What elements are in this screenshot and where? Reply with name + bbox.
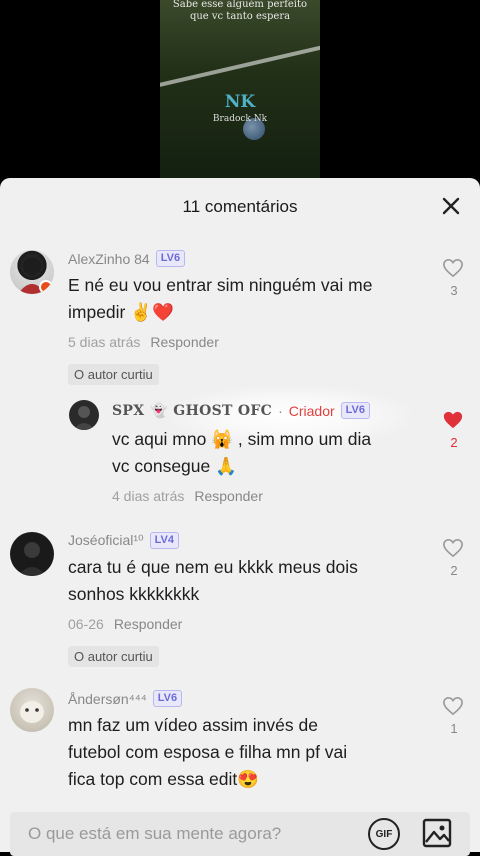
reply-button[interactable]: Responder bbox=[114, 616, 183, 632]
comment-time: 4 dias atrás bbox=[112, 488, 185, 504]
separator-dot: · bbox=[278, 402, 283, 419]
comments-panel: 11 comentários AlexZinho 84 LV6 E né eu … bbox=[0, 178, 480, 856]
comment-text-line1: E né eu vou entrar sim ninguém vai me bbox=[68, 275, 373, 295]
like-count: 3 bbox=[450, 283, 458, 298]
field-line bbox=[160, 39, 320, 89]
comment-text-line2: vc consegue 🙏 bbox=[112, 456, 237, 476]
comment-author[interactable]: Joséoficial¹⁰ LV4 bbox=[68, 532, 179, 549]
avatar[interactable] bbox=[10, 688, 54, 732]
like-heart-icon[interactable] bbox=[442, 258, 464, 278]
comment-text-line1: mn faz um vídeo assim invés de bbox=[68, 715, 318, 735]
creator-tag: Criador bbox=[288, 402, 335, 419]
video-logo: NK bbox=[224, 92, 256, 112]
like-count: 2 bbox=[450, 435, 458, 450]
like-count: 1 bbox=[450, 721, 458, 736]
video-caption-line2: que vc tanto espera bbox=[189, 11, 291, 22]
comment-text-line1: cara tu é que nem eu kkkk meus dois bbox=[68, 557, 358, 577]
level-badge: LV6 bbox=[340, 402, 371, 419]
comment-text-line2: sonhos kkkkkkkk bbox=[68, 584, 200, 604]
like-heart-icon[interactable] bbox=[442, 696, 464, 716]
liked-heart-icon[interactable] bbox=[442, 410, 464, 430]
video-caption-line1: Sabe esse alguém perfeito bbox=[172, 0, 308, 10]
author-decoration: 👻 GHOST OFC bbox=[150, 402, 273, 419]
avatar[interactable] bbox=[69, 400, 99, 430]
comment-text-line3: fica top com essa edit😍 bbox=[68, 769, 260, 789]
comment-time: 06-26 bbox=[68, 616, 104, 632]
reply-button[interactable]: Responder bbox=[150, 334, 219, 350]
author-liked-badge: O autor curtiu bbox=[68, 646, 159, 667]
comment-author[interactable]: SPX 👻 GHOST OFC · Criador LV6 bbox=[112, 402, 371, 419]
level-badge: LV6 bbox=[155, 250, 186, 267]
like-heart-icon[interactable] bbox=[442, 538, 464, 558]
video-player[interactable]: Sabe esse alguém perfeito que vc tanto e… bbox=[0, 0, 480, 178]
level-badge: LV6 bbox=[152, 690, 183, 707]
video-frame[interactable]: Sabe esse alguém perfeito que vc tanto e… bbox=[160, 0, 320, 178]
comments-title: 11 comentários bbox=[182, 197, 298, 216]
comment-meta: 5 dias atrás Responder bbox=[68, 334, 219, 350]
panel-header: 11 comentários bbox=[0, 178, 480, 236]
comment-author[interactable]: AlexZinho 84 LV6 bbox=[68, 250, 186, 267]
author-liked-badge: O autor curtiu bbox=[68, 364, 159, 385]
reply-button[interactable]: Responder bbox=[194, 488, 263, 504]
avatar[interactable] bbox=[10, 532, 54, 576]
like-count: 2 bbox=[450, 563, 458, 578]
avatar[interactable] bbox=[10, 250, 54, 294]
comment-author[interactable]: Åndersøn⁴⁴⁴ LV6 bbox=[68, 690, 183, 707]
image-icon[interactable] bbox=[422, 818, 452, 848]
author-name[interactable]: Joséoficial¹⁰ bbox=[68, 532, 144, 549]
gif-button[interactable]: GIF bbox=[368, 818, 400, 850]
comment-meta: 06-26 Responder bbox=[68, 616, 182, 632]
comment-text-line2: futebol com esposa e filha mn pf vai bbox=[68, 742, 348, 762]
video-logo-sub: Bradock Nk bbox=[212, 114, 268, 124]
author-name[interactable]: Åndersøn⁴⁴⁴ bbox=[68, 691, 147, 707]
comment-input-bar: GIF bbox=[10, 812, 470, 856]
close-icon[interactable] bbox=[440, 195, 462, 217]
comment-meta: 4 dias atrás Responder bbox=[112, 488, 263, 504]
comment-text-line2: impedir ✌️❤️ bbox=[68, 302, 174, 322]
author-name[interactable]: SPX bbox=[112, 403, 144, 419]
level-badge: LV4 bbox=[149, 532, 179, 549]
author-name[interactable]: AlexZinho 84 bbox=[68, 251, 150, 267]
comment-text-line1: vc aqui mno 🙀 , sim mno um dia bbox=[112, 429, 372, 449]
comment-input[interactable] bbox=[10, 812, 350, 856]
comment-time: 5 dias atrás bbox=[68, 334, 141, 350]
